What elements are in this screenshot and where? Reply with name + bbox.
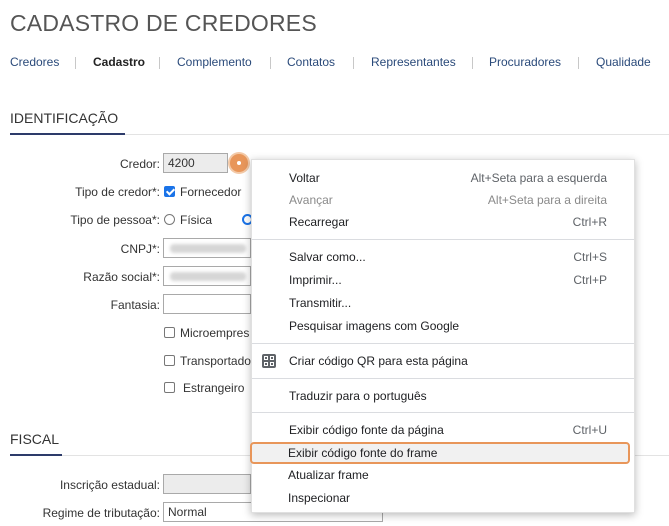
menu-item-voltar[interactable]: Voltar Alt+Seta para a esquerda [252, 167, 634, 189]
menu-item-label: Traduzir para o português [289, 389, 427, 403]
menu-item-inspecionar[interactable]: Inspecionar [251, 487, 633, 509]
menu-item-recarregar[interactable]: Recarregar Ctrl+R [252, 211, 634, 233]
menu-item-label: Atualizar frame [288, 468, 369, 482]
tab-bar: Credores Cadastro Complemento Contatos R… [0, 55, 669, 71]
tab-qualidade[interactable]: Qualidade [596, 55, 651, 69]
menu-separator [252, 412, 634, 413]
transportadora-checkbox[interactable] [164, 355, 175, 366]
section-title-fiscal: FISCAL [10, 431, 60, 447]
menu-item-shortcut: Ctrl+U [572, 423, 607, 437]
menu-separator [252, 378, 634, 379]
menu-item-label: Imprimir... [289, 273, 342, 287]
tab-divider [159, 57, 160, 69]
tab-procuradores[interactable]: Procuradores [489, 55, 561, 69]
cnpj-label: CNPJ*: [120, 242, 160, 256]
menu-item-imprimir[interactable]: Imprimir... Ctrl+P [252, 269, 634, 291]
menu-item-salvar-como[interactable]: Salvar como... Ctrl+S [252, 246, 634, 268]
microempresa-label: Microempres [180, 326, 250, 340]
tab-divider [472, 57, 473, 69]
section-title-identificacao: IDENTIFICAÇÃO [10, 110, 119, 126]
estrangeiro-label: Estrangeiro [183, 381, 245, 395]
redacted-text [170, 272, 246, 281]
credor-input[interactable]: 4200 [163, 153, 228, 173]
menu-item-label: Salvar como... [289, 250, 366, 264]
section-underline [10, 454, 62, 456]
menu-item-criar-qr[interactable]: Criar código QR para esta página [252, 350, 634, 372]
menu-item-exibir-fonte-pagina[interactable]: Exibir código fonte da página Ctrl+U [252, 419, 634, 441]
tab-divider [75, 57, 76, 69]
menu-item-label: Exibir código fonte da página [289, 423, 444, 437]
regime-label: Regime de tributação: [42, 506, 160, 520]
inscricao-estadual-input[interactable] [163, 474, 251, 494]
menu-item-label: Voltar [289, 171, 320, 185]
tab-cadastro[interactable]: Cadastro [93, 55, 145, 69]
menu-item-pesquisar-imagens[interactable]: Pesquisar imagens com Google [252, 315, 634, 337]
menu-item-exibir-fonte-frame[interactable]: Exibir código fonte do frame [250, 442, 630, 464]
transportadora-label: Transportado [180, 354, 251, 368]
redacted-text [170, 244, 246, 253]
tab-contatos[interactable]: Contatos [287, 55, 335, 69]
razao-social-label: Razão social*: [83, 270, 160, 284]
menu-item-label: Transmitir... [289, 296, 352, 310]
fantasia-input[interactable] [163, 294, 251, 314]
tab-credores[interactable]: Credores [10, 55, 59, 69]
menu-item-label: Avançar [289, 193, 333, 207]
tab-complemento[interactable]: Complemento [177, 55, 252, 69]
fisica-label: Física [180, 213, 213, 227]
section-underline [10, 133, 125, 135]
fornecedor-label: Fornecedor [180, 185, 242, 199]
menu-item-traduzir[interactable]: Traduzir para o português [252, 385, 634, 407]
fornecedor-checkbox[interactable] [164, 186, 175, 197]
menu-item-shortcut: Alt+Seta para a direita [487, 193, 607, 207]
menu-item-avancar: Avançar Alt+Seta para a direita [252, 189, 634, 211]
menu-item-atualizar-frame[interactable]: Atualizar frame [251, 464, 633, 486]
menu-item-transmitir[interactable]: Transmitir... [252, 292, 634, 314]
tab-divider [270, 57, 271, 69]
razao-social-input[interactable] [163, 266, 251, 286]
menu-item-shortcut: Ctrl+S [573, 250, 607, 264]
cursor-indicator [230, 154, 248, 172]
tab-representantes[interactable]: Representantes [371, 55, 456, 69]
tipo-pessoa-label: Tipo de pessoa*: [70, 213, 160, 227]
menu-item-label: Exibir código fonte do frame [288, 446, 438, 460]
credor-label: Credor: [119, 157, 160, 171]
tab-divider [353, 57, 354, 69]
menu-item-label: Criar código QR para esta página [289, 354, 468, 368]
inscricao-estadual-label: Inscrição estadual: [59, 478, 160, 492]
page-title: CADASTRO DE CREDORES [10, 10, 317, 36]
menu-item-label: Inspecionar [288, 491, 351, 505]
menu-item-shortcut: Alt+Seta para a esquerda [470, 171, 607, 185]
cnpj-input[interactable] [163, 238, 251, 258]
regime-value: Normal [168, 505, 207, 519]
menu-item-label: Pesquisar imagens com Google [289, 319, 460, 333]
qr-code-icon [262, 354, 276, 368]
menu-item-label: Recarregar [289, 215, 350, 229]
tipo-credor-label: Tipo de credor*: [75, 185, 160, 199]
menu-separator [252, 343, 634, 344]
menu-item-shortcut: Ctrl+P [573, 273, 607, 287]
fantasia-label: Fantasia: [110, 298, 160, 312]
microempresa-checkbox[interactable] [164, 327, 175, 338]
fisica-radio[interactable] [164, 214, 175, 225]
menu-item-shortcut: Ctrl+R [572, 215, 607, 229]
tab-divider [578, 57, 579, 69]
menu-separator [252, 239, 634, 240]
estrangeiro-checkbox[interactable] [164, 382, 175, 393]
